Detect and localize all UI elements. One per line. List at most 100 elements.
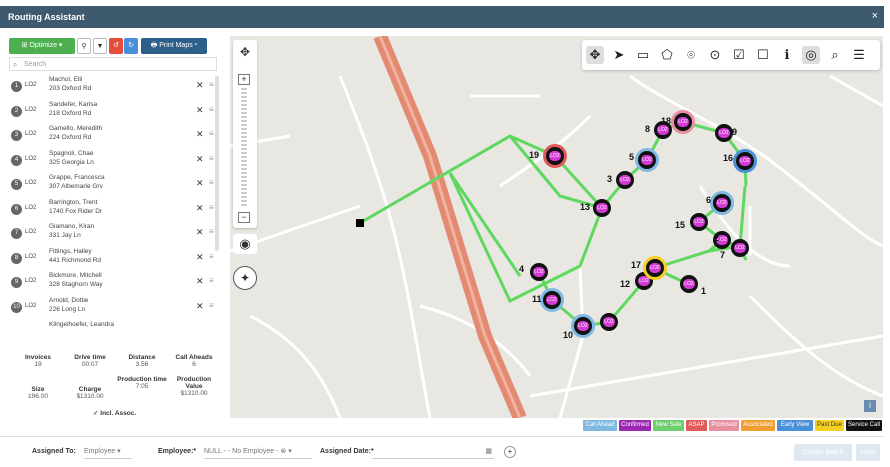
checkbox-empty-icon[interactable]: ☐ [754,46,772,64]
calendar-icon[interactable]: ▦ [485,446,492,458]
drag-handle-icon[interactable]: ≡ [209,154,214,163]
next-button[interactable]: Next [856,444,880,461]
list-item[interactable]: 2 LO2 Sandefer, Karisa 218 Oxford Rd ✕ ≡ [9,99,215,123]
stop-marker[interactable]: LO2 [574,317,592,335]
list-scrollbar[interactable] [215,76,219,251]
pin-button[interactable]: ⚲ [77,38,91,54]
stop-marker[interactable]: LO2 [680,275,698,293]
refresh-button[interactable]: ↻ [124,38,138,54]
zoom-in-button[interactable]: + [238,74,250,85]
stop-marker[interactable]: LO2 [646,259,664,277]
checkbox-checked-icon[interactable]: ☑ [730,46,748,64]
stop-marker[interactable]: LO2 [530,263,548,281]
legend-item: Past Due [815,420,844,431]
list-item[interactable]: 4 LO2 Spagnoli, Chae 325 Georgia Ln ✕ ≡ [9,148,215,172]
assigned-to-select[interactable]: Employee ▾ [84,446,132,459]
stop-marker[interactable]: LO2 [713,194,731,212]
circle-select-icon[interactable]: ⊙ [706,46,724,64]
remove-icon[interactable]: ✕ [196,252,204,263]
search-map-icon[interactable]: ⌕ [826,46,844,64]
remove-icon[interactable]: ✕ [196,276,204,287]
employee-select[interactable]: NULL - - No Employee - ⊗ ▾ [204,446,312,459]
remove-icon[interactable]: ✕ [196,227,204,238]
remove-icon[interactable]: ✕ [196,301,204,312]
map-info-button[interactable]: i [864,400,876,412]
close-icon[interactable]: × [872,10,878,22]
polygon-select-icon[interactable]: ⬠ [658,46,676,64]
lasso-icon[interactable]: ⌾ [682,46,700,64]
stop-marker[interactable]: LO2 [546,147,564,165]
filter-button[interactable]: ▼ [93,38,107,54]
customer-address: 441 Richmond Rd [49,256,102,264]
chevron-down-icon[interactable]: ⌄ [196,325,204,328]
rectangle-select-icon[interactable]: ▭ [634,46,652,64]
customer-name: Grappe, Francesca [49,174,105,181]
drag-handle-icon[interactable]: ≡ [209,80,214,89]
list-item[interactable]: 10 LO2 Arnold, Dottie 226 Long Ln ✕ ≡ [9,295,215,319]
print-maps-button[interactable]: 🖶 Print Maps ▾ [141,38,207,54]
stop-code-badge: LO2 [683,279,695,289]
zoom-slider[interactable] [241,88,247,208]
pointer-icon[interactable]: ➤ [610,46,628,64]
stop-number: 2 [11,105,22,117]
zoom-control[interactable]: ✥ + − [233,40,257,228]
target-icon[interactable]: ◎ [802,46,820,64]
list-item[interactable]: 8 LO2 Fittings, Halley 441 Richmond Rd ✕ ≡ [9,246,215,270]
list-item[interactable]: 1 LO2 Machol, Elli 203 Oxford Rd ✕ ≡ [9,74,215,98]
remove-icon[interactable]: ✕ [196,154,204,165]
remove-icon[interactable]: ✕ [196,178,204,189]
search-input[interactable]: ⌕ Search [9,57,217,71]
stop-marker[interactable]: LO2 [690,213,708,231]
drag-handle-icon[interactable]: ≡ [209,129,214,138]
drag-handle-icon[interactable]: ≡ [209,203,214,212]
list-item[interactable]: 6 LO2 Barrington, Trent 1740 Fox Rider Dr ✕ ≡ [9,197,215,221]
map-view[interactable]: LO2 1 LO2 2 LO2 3 LO2 4 LO2 5 LO2 6 LO2 7 LO2 8 LO2 9 LO2 1… [230,36,883,418]
stop-marker[interactable]: LO2 [543,291,561,309]
list-item[interactable]: 9 LO2 Bickmore, Mitchell 328 Staghorn Way ✕ ≡ [9,270,215,294]
drag-handle-icon[interactable]: ≡ [209,105,214,114]
stop-code-badge: LO2 [596,203,608,213]
create-batch-button[interactable]: Create Batch [794,444,852,461]
compass-icon[interactable]: ✦ [233,266,257,290]
assigned-date-input[interactable]: ▦ [372,446,494,459]
pan-icon[interactable]: ✥ [235,42,255,62]
optimize-button[interactable]: ⊞ Optimize ▾ [9,38,75,54]
list-item[interactable]: 3 LO2 Gamello, Meredith 224 Oxford Rd ✕ ≡ [9,123,215,147]
stop-label: 13 [580,202,591,212]
stop-marker[interactable]: LO2 [731,239,749,257]
remove-icon[interactable]: ✕ [196,80,204,91]
map-canvas[interactable] [230,36,883,418]
drag-handle-icon[interactable]: ≡ [209,301,214,310]
stop-marker[interactable]: LO2 [600,313,618,331]
info-icon[interactable]: ℹ [778,46,796,64]
stop-marker[interactable]: LO2 [674,113,692,131]
stop-marker[interactable]: LO2 [715,124,733,142]
print-maps-label: Print Maps [159,42,193,49]
add-icon[interactable]: + [504,446,516,458]
drag-handle-icon[interactable]: ≡ [209,178,214,187]
stop-marker[interactable]: LO2 [593,199,611,217]
drag-handle-icon[interactable]: ≡ [209,227,214,236]
incl-assoc-checkbox[interactable]: ✓ Incl. Assoc. [93,409,136,417]
drag-handle-icon[interactable]: ≡ [209,252,214,261]
remove-icon[interactable]: ✕ [196,203,204,214]
stat-size-label: Size [31,386,45,393]
stop-marker[interactable]: LO2 [616,171,634,189]
remove-icon[interactable]: ✕ [196,129,204,140]
list-item[interactable]: 5 LO2 Grappe, Francesca 307 Albemarle Grv ✕ ≡ [9,172,215,196]
eye-icon[interactable]: ◉ [233,234,257,254]
stop-marker[interactable]: LO2 [638,151,656,169]
drag-handle-icon[interactable]: ≡ [209,276,214,285]
pan-tool-icon[interactable]: ✥ [586,46,604,64]
customer-list: 1 LO2 Machol, Elli 203 Oxford Rd ✕ ≡ 2 LO2 Sande… [9,74,217,328]
stop-marker[interactable]: LO2 [736,152,754,170]
stat-prodvalue-value: $1310.00 [180,390,208,397]
menu-icon[interactable]: ☰ [850,46,868,64]
remove-icon[interactable]: ✕ [196,105,204,116]
list-item[interactable]: Klingelhoefer, Leandra ⌄ [9,319,215,328]
stat-callahead-value: 6 [192,361,196,368]
undo-button[interactable]: ↺ [109,38,123,54]
zoom-out-button[interactable]: − [238,212,250,223]
customer-address: 224 Oxford Rd [49,134,92,141]
list-item[interactable]: 7 LO2 Giamano, Kiran 331 Jay Ln ✕ ≡ [9,221,215,245]
